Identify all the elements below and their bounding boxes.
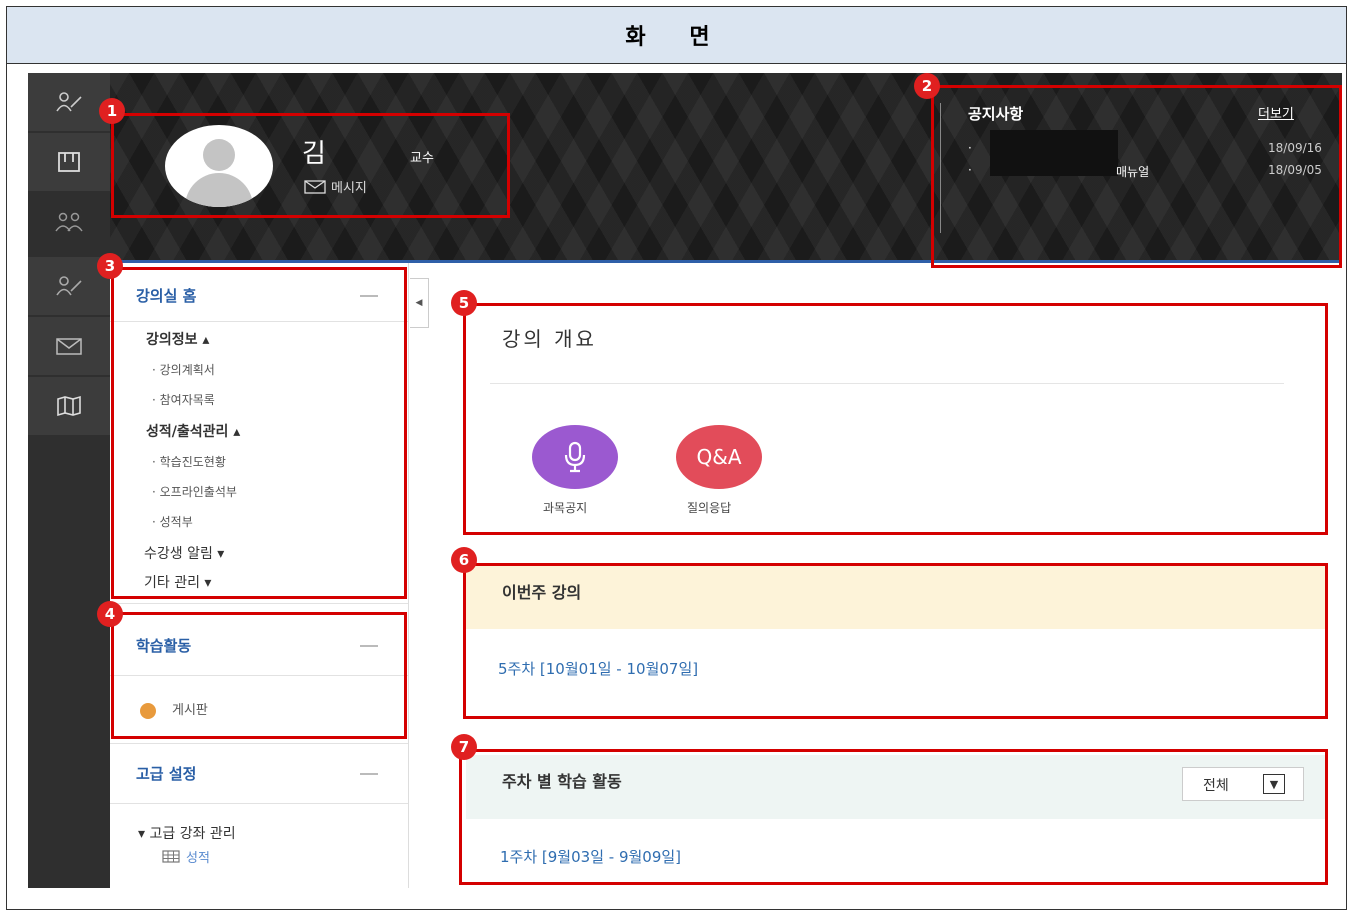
annotation-box-5 [463, 303, 1328, 535]
annotation-box-2 [931, 85, 1342, 268]
screen-title: 화 면 [6, 6, 1347, 64]
annotation-badge: 6 [451, 547, 477, 573]
advanced-grades-link[interactable]: 성적 [162, 847, 210, 866]
mail-icon[interactable] [28, 317, 110, 375]
annotation-box-7 [459, 749, 1328, 885]
advanced-course-manage[interactable]: ▾ 고급 강좌 관리 [138, 823, 236, 843]
annotation-box-4 [111, 612, 407, 739]
annotation-badge: 1 [99, 98, 125, 124]
group-icon[interactable] [28, 193, 110, 251]
left-rail [28, 73, 110, 888]
screenshot-area: 김 교수 메시지 공지사항 더보기 · 18/09/16 · 매뉴얼 18/09… [28, 73, 1342, 888]
users-icon[interactable] [28, 73, 110, 131]
sidebar-toggle[interactable]: ◀ [410, 278, 429, 328]
table-icon [162, 850, 180, 863]
advanced-settings-title[interactable]: 고급 설정 [136, 763, 196, 784]
annotation-box-3 [111, 267, 407, 599]
annotation-box-6 [463, 563, 1328, 719]
annotation-badge: 5 [451, 290, 477, 316]
annotation-badge: 2 [914, 73, 940, 99]
annotation-box-1 [111, 113, 510, 218]
book-icon[interactable] [28, 133, 110, 191]
map-icon[interactable] [28, 377, 110, 435]
annotation-badge: 4 [97, 601, 123, 627]
collapse-icon[interactable] [360, 773, 378, 775]
annotation-badge: 3 [97, 253, 123, 279]
annotation-badge: 7 [451, 734, 477, 760]
